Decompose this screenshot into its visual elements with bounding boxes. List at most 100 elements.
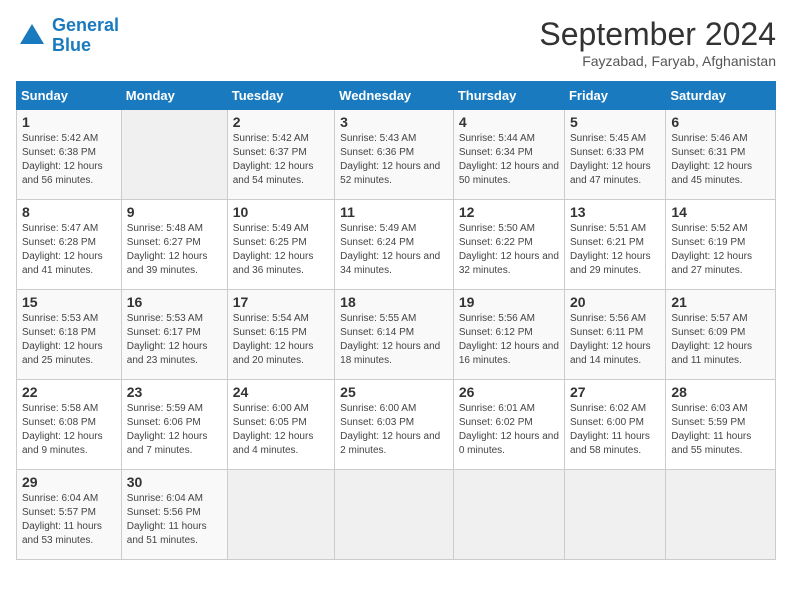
logo-icon bbox=[16, 20, 48, 52]
calendar-cell: 3 Sunrise: 5:43 AMSunset: 6:36 PMDayligh… bbox=[335, 110, 454, 200]
calendar-cell: 10 Sunrise: 5:49 AMSunset: 6:25 PMDaylig… bbox=[227, 200, 334, 290]
day-detail: Sunrise: 5:59 AMSunset: 6:06 PMDaylight:… bbox=[127, 402, 222, 458]
calendar-cell bbox=[564, 470, 665, 560]
day-detail: Sunrise: 5:42 AMSunset: 6:38 PMDaylight:… bbox=[22, 132, 116, 188]
title-block: September 2024 Fayzabad, Faryab, Afghani… bbox=[539, 16, 776, 69]
calendar-week-3: 22 Sunrise: 5:58 AMSunset: 6:08 PMDaylig… bbox=[17, 380, 776, 470]
calendar-cell: 4 Sunrise: 5:44 AMSunset: 6:34 PMDayligh… bbox=[453, 110, 564, 200]
day-number: 22 bbox=[22, 384, 116, 400]
calendar-cell: 28 Sunrise: 6:03 AMSunset: 5:59 PMDaylig… bbox=[666, 380, 776, 470]
day-detail: Sunrise: 5:52 AMSunset: 6:19 PMDaylight:… bbox=[671, 222, 770, 278]
calendar-cell: 23 Sunrise: 5:59 AMSunset: 6:06 PMDaylig… bbox=[121, 380, 227, 470]
calendar-cell: 30 Sunrise: 6:04 AMSunset: 5:56 PMDaylig… bbox=[121, 470, 227, 560]
day-number: 12 bbox=[459, 204, 559, 220]
day-number: 30 bbox=[127, 474, 222, 490]
day-number: 14 bbox=[671, 204, 770, 220]
col-tuesday: Tuesday bbox=[227, 82, 334, 110]
day-number: 18 bbox=[340, 294, 448, 310]
logo-text: GeneralBlue bbox=[52, 16, 119, 56]
day-number: 13 bbox=[570, 204, 660, 220]
calendar-cell: 18 Sunrise: 5:55 AMSunset: 6:14 PMDaylig… bbox=[335, 290, 454, 380]
day-number: 4 bbox=[459, 114, 559, 130]
day-detail: Sunrise: 5:42 AMSunset: 6:37 PMDaylight:… bbox=[233, 132, 329, 188]
calendar-cell: 25 Sunrise: 6:00 AMSunset: 6:03 PMDaylig… bbox=[335, 380, 454, 470]
day-number: 11 bbox=[340, 204, 448, 220]
day-detail: Sunrise: 5:46 AMSunset: 6:31 PMDaylight:… bbox=[671, 132, 770, 188]
day-detail: Sunrise: 5:57 AMSunset: 6:09 PMDaylight:… bbox=[671, 312, 770, 368]
day-number: 6 bbox=[671, 114, 770, 130]
calendar-week-1: 8 Sunrise: 5:47 AMSunset: 6:28 PMDayligh… bbox=[17, 200, 776, 290]
calendar-cell bbox=[666, 470, 776, 560]
calendar-cell: 5 Sunrise: 5:45 AMSunset: 6:33 PMDayligh… bbox=[564, 110, 665, 200]
calendar-cell: 8 Sunrise: 5:47 AMSunset: 6:28 PMDayligh… bbox=[17, 200, 122, 290]
day-number: 8 bbox=[22, 204, 116, 220]
calendar-table: Sunday Monday Tuesday Wednesday Thursday… bbox=[16, 81, 776, 560]
calendar-cell: 14 Sunrise: 5:52 AMSunset: 6:19 PMDaylig… bbox=[666, 200, 776, 290]
day-detail: Sunrise: 5:56 AMSunset: 6:11 PMDaylight:… bbox=[570, 312, 660, 368]
day-detail: Sunrise: 5:47 AMSunset: 6:28 PMDaylight:… bbox=[22, 222, 116, 278]
day-detail: Sunrise: 5:58 AMSunset: 6:08 PMDaylight:… bbox=[22, 402, 116, 458]
calendar-cell: 16 Sunrise: 5:53 AMSunset: 6:17 PMDaylig… bbox=[121, 290, 227, 380]
calendar-cell bbox=[227, 470, 334, 560]
day-detail: Sunrise: 5:49 AMSunset: 6:24 PMDaylight:… bbox=[340, 222, 448, 278]
calendar-cell: 29 Sunrise: 6:04 AMSunset: 5:57 PMDaylig… bbox=[17, 470, 122, 560]
day-detail: Sunrise: 6:00 AMSunset: 6:03 PMDaylight:… bbox=[340, 402, 448, 458]
day-number: 1 bbox=[22, 114, 116, 130]
calendar-cell: 19 Sunrise: 5:56 AMSunset: 6:12 PMDaylig… bbox=[453, 290, 564, 380]
day-detail: Sunrise: 6:04 AMSunset: 5:57 PMDaylight:… bbox=[22, 492, 116, 548]
day-number: 29 bbox=[22, 474, 116, 490]
col-thursday: Thursday bbox=[453, 82, 564, 110]
day-detail: Sunrise: 5:43 AMSunset: 6:36 PMDaylight:… bbox=[340, 132, 448, 188]
calendar-week-0: 1 Sunrise: 5:42 AMSunset: 6:38 PMDayligh… bbox=[17, 110, 776, 200]
day-number: 3 bbox=[340, 114, 448, 130]
calendar-cell: 9 Sunrise: 5:48 AMSunset: 6:27 PMDayligh… bbox=[121, 200, 227, 290]
day-detail: Sunrise: 5:51 AMSunset: 6:21 PMDaylight:… bbox=[570, 222, 660, 278]
day-detail: Sunrise: 5:54 AMSunset: 6:15 PMDaylight:… bbox=[233, 312, 329, 368]
location: Fayzabad, Faryab, Afghanistan bbox=[539, 53, 776, 69]
day-detail: Sunrise: 5:45 AMSunset: 6:33 PMDaylight:… bbox=[570, 132, 660, 188]
page-header: GeneralBlue September 2024 Fayzabad, Far… bbox=[16, 16, 776, 69]
calendar-cell: 6 Sunrise: 5:46 AMSunset: 6:31 PMDayligh… bbox=[666, 110, 776, 200]
day-detail: Sunrise: 6:03 AMSunset: 5:59 PMDaylight:… bbox=[671, 402, 770, 458]
calendar-cell bbox=[335, 470, 454, 560]
calendar-cell: 26 Sunrise: 6:01 AMSunset: 6:02 PMDaylig… bbox=[453, 380, 564, 470]
col-friday: Friday bbox=[564, 82, 665, 110]
day-detail: Sunrise: 5:44 AMSunset: 6:34 PMDaylight:… bbox=[459, 132, 559, 188]
day-number: 15 bbox=[22, 294, 116, 310]
calendar-week-2: 15 Sunrise: 5:53 AMSunset: 6:18 PMDaylig… bbox=[17, 290, 776, 380]
col-sunday: Sunday bbox=[17, 82, 122, 110]
logo: GeneralBlue bbox=[16, 16, 119, 56]
calendar-cell: 17 Sunrise: 5:54 AMSunset: 6:15 PMDaylig… bbox=[227, 290, 334, 380]
month-title: September 2024 bbox=[539, 16, 776, 53]
day-number: 16 bbox=[127, 294, 222, 310]
day-number: 24 bbox=[233, 384, 329, 400]
day-detail: Sunrise: 6:04 AMSunset: 5:56 PMDaylight:… bbox=[127, 492, 222, 548]
day-number: 2 bbox=[233, 114, 329, 130]
day-detail: Sunrise: 5:50 AMSunset: 6:22 PMDaylight:… bbox=[459, 222, 559, 278]
day-detail: Sunrise: 5:53 AMSunset: 6:18 PMDaylight:… bbox=[22, 312, 116, 368]
day-number: 10 bbox=[233, 204, 329, 220]
day-number: 25 bbox=[340, 384, 448, 400]
day-number: 28 bbox=[671, 384, 770, 400]
day-number: 19 bbox=[459, 294, 559, 310]
calendar-cell: 1 Sunrise: 5:42 AMSunset: 6:38 PMDayligh… bbox=[17, 110, 122, 200]
calendar-cell: 21 Sunrise: 5:57 AMSunset: 6:09 PMDaylig… bbox=[666, 290, 776, 380]
day-number: 5 bbox=[570, 114, 660, 130]
calendar-cell: 13 Sunrise: 5:51 AMSunset: 6:21 PMDaylig… bbox=[564, 200, 665, 290]
calendar-cell: 2 Sunrise: 5:42 AMSunset: 6:37 PMDayligh… bbox=[227, 110, 334, 200]
day-detail: Sunrise: 5:55 AMSunset: 6:14 PMDaylight:… bbox=[340, 312, 448, 368]
day-detail: Sunrise: 5:48 AMSunset: 6:27 PMDaylight:… bbox=[127, 222, 222, 278]
day-detail: Sunrise: 5:53 AMSunset: 6:17 PMDaylight:… bbox=[127, 312, 222, 368]
col-wednesday: Wednesday bbox=[335, 82, 454, 110]
day-detail: Sunrise: 5:56 AMSunset: 6:12 PMDaylight:… bbox=[459, 312, 559, 368]
day-detail: Sunrise: 6:01 AMSunset: 6:02 PMDaylight:… bbox=[459, 402, 559, 458]
day-detail: Sunrise: 6:02 AMSunset: 6:00 PMDaylight:… bbox=[570, 402, 660, 458]
calendar-cell bbox=[453, 470, 564, 560]
calendar-cell: 11 Sunrise: 5:49 AMSunset: 6:24 PMDaylig… bbox=[335, 200, 454, 290]
calendar-cell: 24 Sunrise: 6:00 AMSunset: 6:05 PMDaylig… bbox=[227, 380, 334, 470]
day-number: 26 bbox=[459, 384, 559, 400]
calendar-cell bbox=[121, 110, 227, 200]
day-number: 27 bbox=[570, 384, 660, 400]
col-saturday: Saturday bbox=[666, 82, 776, 110]
day-number: 9 bbox=[127, 204, 222, 220]
